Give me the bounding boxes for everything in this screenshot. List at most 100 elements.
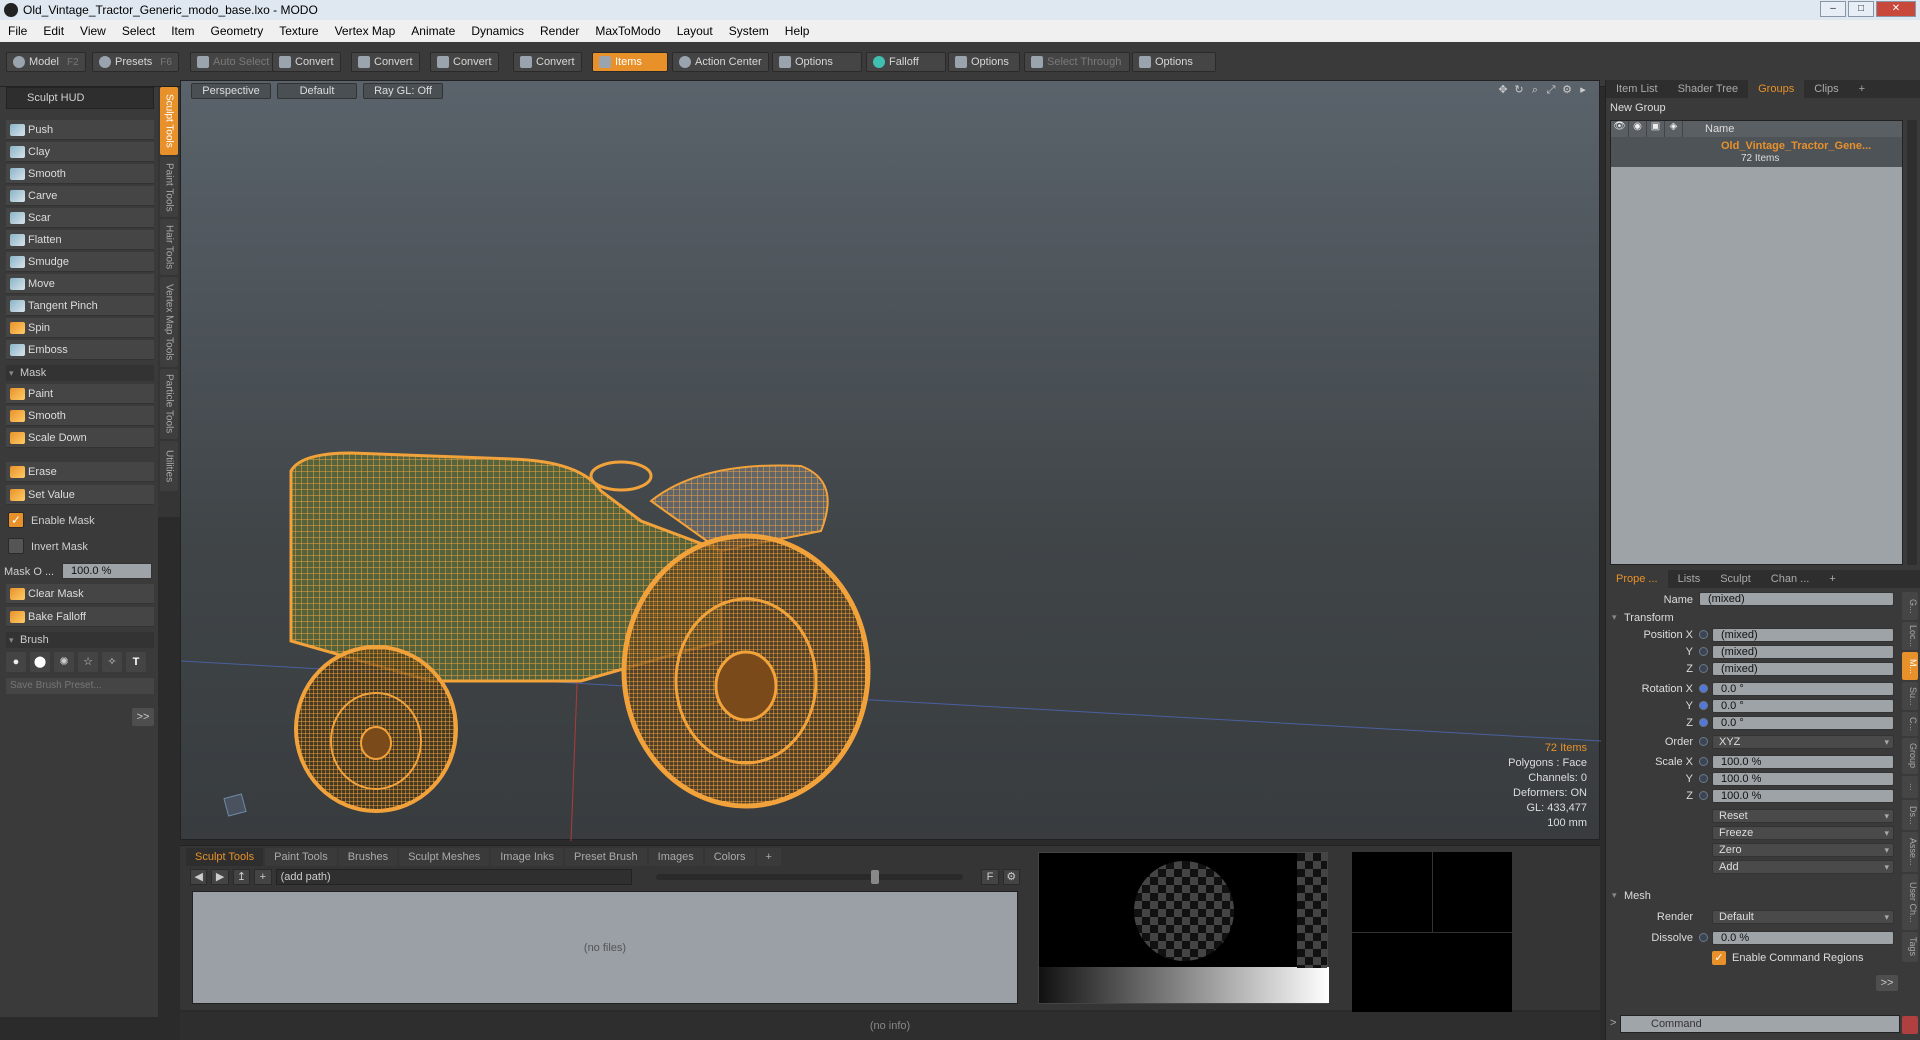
zero-dropdown[interactable]: Zero xyxy=(1712,843,1894,857)
tab-paint-tools-bottom[interactable]: Paint Tools xyxy=(265,848,337,866)
scale-y-key-icon[interactable] xyxy=(1699,774,1708,783)
erase-tool[interactable]: Erase xyxy=(6,462,154,482)
transform-section[interactable]: Transform xyxy=(1612,612,1674,624)
path-dropdown[interactable]: (add path) xyxy=(275,869,632,885)
enable-mask-checkbox[interactable]: ✓ xyxy=(8,512,24,528)
tab-brushes[interactable]: Brushes xyxy=(338,848,398,866)
filter-button[interactable]: F xyxy=(981,869,999,885)
side-tab-g[interactable]: G... xyxy=(1902,592,1918,620)
convert-materials-button[interactable]: Convert xyxy=(513,52,582,72)
side-tab-loc[interactable]: Loc... xyxy=(1902,622,1918,650)
items-button[interactable]: Items xyxy=(592,52,668,72)
brush-section-header[interactable]: Brush xyxy=(6,632,154,648)
file-browser[interactable]: (no files) xyxy=(192,891,1018,1004)
groups-scrollbar[interactable] xyxy=(1907,120,1917,565)
menu-render[interactable]: Render xyxy=(532,24,587,38)
group-row[interactable]: Old_Vintage_Tractor_Gene... 72 Items xyxy=(1611,137,1902,167)
tab-shader-tree[interactable]: Shader Tree xyxy=(1668,80,1749,98)
tab-item-list[interactable]: Item List xyxy=(1606,80,1668,98)
command-input[interactable]: Command xyxy=(1620,1015,1900,1033)
side-tab-m[interactable]: M... xyxy=(1902,652,1918,680)
mesh-section[interactable]: Mesh xyxy=(1612,890,1651,902)
scale-z-field[interactable]: 100.0 % xyxy=(1712,789,1894,803)
menu-dynamics[interactable]: Dynamics xyxy=(463,24,532,38)
properties-more-button[interactable]: >> xyxy=(1876,975,1898,991)
clay-tool[interactable]: Clay xyxy=(6,142,154,162)
side-tab-asse[interactable]: Asse... xyxy=(1902,832,1918,872)
position-x-field[interactable]: (mixed) xyxy=(1712,628,1894,642)
position-x-key-icon[interactable] xyxy=(1699,630,1708,639)
position-y-key-icon[interactable] xyxy=(1699,647,1708,656)
menu-file[interactable]: File xyxy=(0,24,35,38)
tab-preset-brush[interactable]: Preset Brush xyxy=(565,848,647,866)
menu-edit[interactable]: Edit xyxy=(35,24,72,38)
enable-command-regions-checkbox[interactable]: ✓ xyxy=(1712,951,1726,965)
menu-system[interactable]: System xyxy=(721,24,777,38)
dissolve-key-icon[interactable] xyxy=(1699,933,1708,942)
falloff-button[interactable]: Falloff xyxy=(866,52,946,72)
scale-z-key-icon[interactable] xyxy=(1699,791,1708,800)
tab-channels[interactable]: Chan ... xyxy=(1761,570,1820,588)
select-options-button[interactable]: Options xyxy=(1132,52,1216,72)
rotation-y-field[interactable]: 0.0 ° xyxy=(1712,699,1894,713)
tab-sculpt-tools-bottom[interactable]: Sculpt Tools xyxy=(186,848,264,866)
add-scene-tab-button[interactable]: + xyxy=(1849,80,1875,98)
text-brush-icon[interactable]: T xyxy=(126,652,146,672)
splat-brush-icon[interactable]: ✺ xyxy=(54,652,74,672)
rotation-x-field[interactable]: 0.0 ° xyxy=(1712,682,1894,696)
tab-hair-tools[interactable]: Hair Tools xyxy=(160,219,178,275)
forward-arrow-icon[interactable]: ▶ xyxy=(211,869,229,885)
tab-utilities[interactable]: Utilities xyxy=(160,441,178,491)
emboss-tool[interactable]: Emboss xyxy=(6,340,154,360)
menu-maxtomodo[interactable]: MaxToModo xyxy=(587,24,668,38)
side-tab-more[interactable]: ... xyxy=(1902,776,1918,798)
back-arrow-icon[interactable]: ◀ xyxy=(190,869,208,885)
freeze-dropdown[interactable]: Freeze xyxy=(1712,826,1894,840)
move-tool[interactable]: Move xyxy=(6,274,154,294)
render-dropdown[interactable]: Default xyxy=(1712,910,1894,924)
rotation-z-field[interactable]: 0.0 ° xyxy=(1712,716,1894,730)
mask-smooth-tool[interactable]: Smooth xyxy=(6,406,154,426)
tab-colors[interactable]: Colors xyxy=(704,848,755,866)
add-dropdown[interactable]: Add xyxy=(1712,860,1894,874)
browser-settings-icon[interactable]: ⚙ xyxy=(1002,869,1021,885)
menu-animate[interactable]: Animate xyxy=(403,24,463,38)
rotation-z-key-icon[interactable] xyxy=(1699,718,1708,727)
action-center-button[interactable]: Action Center xyxy=(672,52,769,72)
scale-x-key-icon[interactable] xyxy=(1699,757,1708,766)
menu-help[interactable]: Help xyxy=(777,24,818,38)
eye-icon[interactable]: 👁 xyxy=(1611,121,1629,137)
position-z-key-icon[interactable] xyxy=(1699,664,1708,673)
side-tab-tags[interactable]: Tags xyxy=(1902,932,1918,962)
add-tab-button[interactable]: + xyxy=(756,848,781,866)
invert-mask-checkbox[interactable] xyxy=(8,538,24,554)
menu-vertex-map[interactable]: Vertex Map xyxy=(327,24,404,38)
close-button[interactable]: ✕ xyxy=(1876,1,1916,17)
side-tab-ds[interactable]: Ds... xyxy=(1902,800,1918,830)
mask-scale-down-tool[interactable]: Scale Down xyxy=(6,428,154,448)
hard-brush-icon[interactable]: ⬤ xyxy=(30,652,50,672)
menu-item[interactable]: Item xyxy=(163,24,202,38)
falloff-options-button[interactable]: Options xyxy=(948,52,1020,72)
menu-view[interactable]: View xyxy=(72,24,114,38)
model-button[interactable]: Model F2 xyxy=(6,52,86,72)
auto-select-button[interactable]: Auto Select xyxy=(190,52,277,72)
tab-sculpt-meshes[interactable]: Sculpt Meshes xyxy=(399,848,490,866)
side-tab-c[interactable]: C... xyxy=(1902,712,1918,736)
more-button[interactable]: >> xyxy=(132,708,154,726)
3d-viewport[interactable]: Perspective Default Ray GL: Off ✥ ↻ ⌕ ⤢ … xyxy=(180,80,1601,841)
render-icon[interactable]: ◉ xyxy=(1629,121,1647,137)
menu-geometry[interactable]: Geometry xyxy=(203,24,272,38)
select-through-button[interactable]: Select Through xyxy=(1024,52,1130,72)
convert-polygons-button[interactable]: Convert xyxy=(430,52,499,72)
mask-paint-tool[interactable]: Paint xyxy=(6,384,154,404)
order-key-icon[interactable] xyxy=(1699,737,1708,746)
dissolve-field[interactable]: 0.0 % xyxy=(1712,931,1894,945)
tab-sculpt[interactable]: Sculpt xyxy=(1710,570,1761,588)
bake-falloff-button[interactable]: Bake Falloff xyxy=(6,607,154,627)
tangent-pinch-tool[interactable]: Tangent Pinch xyxy=(6,296,154,316)
minimize-button[interactable]: – xyxy=(1820,1,1846,17)
mask-section-header[interactable]: Mask xyxy=(6,365,154,381)
scale-x-field[interactable]: 100.0 % xyxy=(1712,755,1894,769)
convert-vertices-button[interactable]: Convert xyxy=(272,52,341,72)
